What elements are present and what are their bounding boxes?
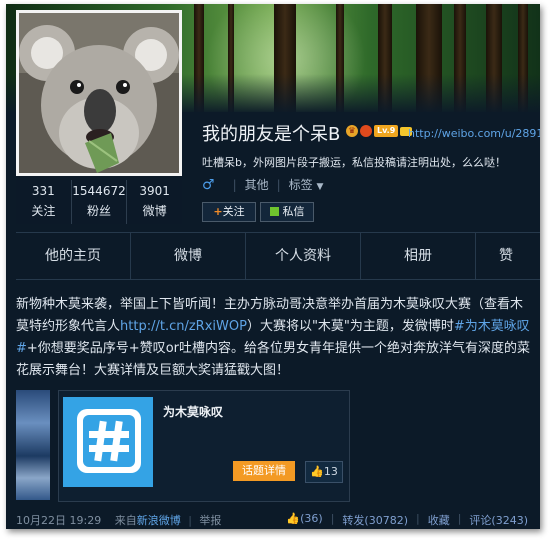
stat-posts-value: 3901 <box>139 184 170 198</box>
report-link[interactable]: 举报 <box>199 514 221 527</box>
follow-button[interactable]: +关注 <box>202 202 256 222</box>
stat-followers-value: 1544672 <box>72 184 126 198</box>
topic-detail-button[interactable]: 话题详情 <box>233 461 295 481</box>
heart-badge-icon[interactable] <box>360 125 372 137</box>
post-actions: 👍(36) | 转发(30782) | 收藏 | 评论(3243) <box>286 512 528 528</box>
post-footer: 10月22日 19:29 来自新浪微博 | 举报 👍(36) | 转发(3078… <box>16 512 532 528</box>
tab-home[interactable]: 他的主页 <box>16 233 131 279</box>
stat-followers[interactable]: 1544672 粉丝 <box>72 180 128 224</box>
chevron-down-icon: ▼ <box>316 182 324 192</box>
message-button[interactable]: 私信 <box>260 202 314 222</box>
card-like-button[interactable]: 👍13 <box>305 461 343 483</box>
meta-divider: | <box>232 177 237 192</box>
profile-description: 吐槽呆b，外网图片段子搬运，私信投稿请注明出处，么么哒！ <box>202 156 506 169</box>
post-source-link[interactable]: 新浪微博 <box>137 514 181 527</box>
stat-posts-label: 微博 <box>142 204 167 218</box>
crown-icon[interactable]: ♛ <box>346 125 358 137</box>
message-icon <box>269 207 279 216</box>
user-badges: ♛ Lv.9 <box>346 125 413 137</box>
stat-posts[interactable]: 3901 微博 <box>127 180 182 224</box>
thumbs-up-icon: 👍 <box>310 465 324 478</box>
tab-profile-info[interactable]: 个人资料 <box>246 233 361 279</box>
stat-following[interactable]: 331 关注 <box>16 180 72 224</box>
tab-likes[interactable]: 赞 <box>476 233 536 279</box>
profile-name: 我的朋友是个呆B <box>202 124 341 145</box>
like-action[interactable]: 👍(36) <box>286 512 322 528</box>
profile-nav: 他的主页 微博 个人资料 相册 赞 <box>16 232 540 280</box>
follow-button-label: 关注 <box>222 205 245 218</box>
stat-following-value: 331 <box>31 184 55 198</box>
profile-meta: ♂ | 其他 | 标签 ▼ <box>202 176 323 193</box>
footer-divider: | <box>330 512 335 525</box>
topic-card-title[interactable]: 为木莫咏叹 <box>163 403 223 420</box>
post-timestamp[interactable]: 10月22日 19:29 <box>16 514 101 527</box>
tab-albums[interactable]: 相册 <box>361 233 476 279</box>
post-text-part: ）大赛将以"木莫"为主题，发微博时 <box>246 319 454 334</box>
card-like-count: 13 <box>323 465 338 478</box>
profile-stats: 331 关注 1544672 粉丝 3901 微博 <box>16 180 182 224</box>
level-badge[interactable]: Lv.9 <box>374 125 399 137</box>
topic-card[interactable]: 为木莫咏叹 话题详情 👍13 <box>58 390 350 502</box>
footer-divider: | <box>415 512 420 525</box>
thumbs-up-icon: 👍 <box>286 512 301 525</box>
repost-action[interactable]: 转发(30782) <box>342 512 408 528</box>
location-other[interactable]: 其他 <box>245 176 269 193</box>
meta-divider: | <box>276 177 281 192</box>
post-text-part: +你想要奖品序号+赞叹or吐槽内容。给各位男女青年提供一个绝对奔放洋气有深度的菜… <box>16 341 530 378</box>
male-icon: ♂ <box>202 176 215 193</box>
tags-dropdown[interactable]: 标签 ▼ <box>289 176 324 193</box>
stat-following-label: 关注 <box>31 204 56 218</box>
footer-divider: | <box>457 512 462 525</box>
stat-followers-label: 粉丝 <box>87 204 112 218</box>
comment-action[interactable]: 评论(3243) <box>469 512 528 528</box>
plus-icon: + <box>213 205 223 218</box>
post-image-thumbnail[interactable] <box>16 390 50 500</box>
tab-weibo[interactable]: 微博 <box>131 233 246 279</box>
message-button-label: 私信 <box>282 205 305 218</box>
koala-avatar-image <box>19 13 179 173</box>
favorite-action[interactable]: 收藏 <box>428 512 450 528</box>
like-count: (36) <box>300 512 323 525</box>
tags-label: 标签 <box>288 178 313 192</box>
post-text: 新物种木莫来袭，举国上下皆听闻！主办方脉动哥决意举办首届为木莫咏叹大赛（查看木莫… <box>16 294 532 382</box>
hashtag-icon <box>63 397 153 487</box>
source-prefix: 来自 <box>114 514 137 527</box>
hashtag-topic-image <box>63 397 153 487</box>
weibo-profile-page: 331 关注 1544672 粉丝 3901 微博 我的朋友是个呆B ♛ Lv.… <box>6 4 540 529</box>
footer-divider: | <box>188 514 192 527</box>
avatar[interactable] <box>16 10 182 176</box>
post-short-link[interactable]: http://t.cn/zRxiWOP <box>120 319 247 334</box>
profile-url[interactable]: http://weibo.com/u/289152 <box>408 127 540 140</box>
